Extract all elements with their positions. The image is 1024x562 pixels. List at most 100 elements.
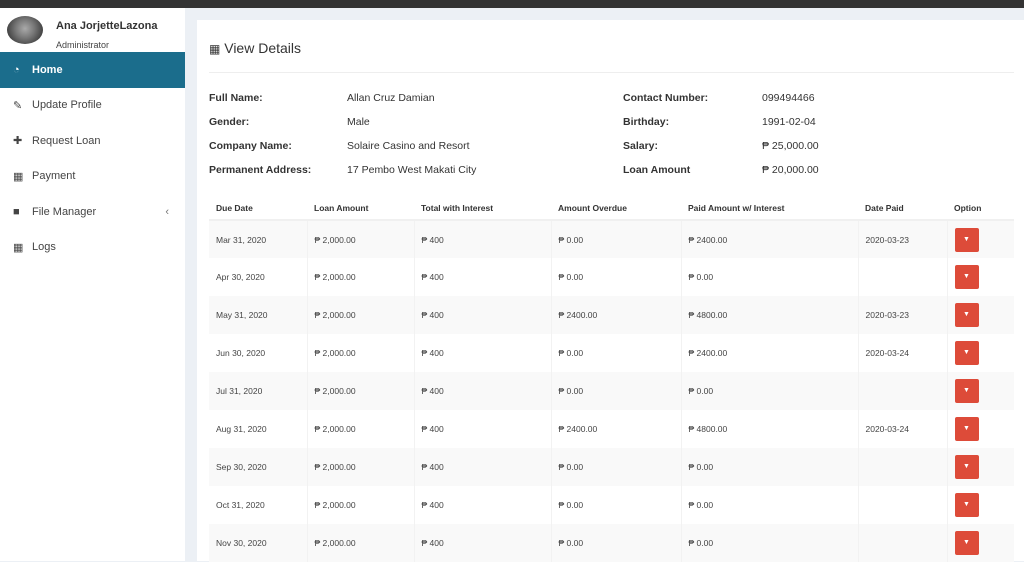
caret-down-icon: ▼ [963, 349, 970, 356]
table-cell: ₱ 2,000.00 [306, 410, 414, 448]
table-cell: ₱ 0.00 [550, 486, 681, 524]
table-cell: ₱ 400 [413, 296, 551, 334]
column-header[interactable]: Due Date [209, 196, 307, 221]
option-dropdown-button[interactable]: ▼ [954, 417, 979, 441]
caret-down-icon: ▼ [963, 539, 970, 546]
option-dropdown-button[interactable]: ▼ [954, 379, 979, 403]
table-cell: ₱ 0.00 [680, 486, 858, 524]
page-title: ▦ View Details [209, 40, 302, 56]
option-dropdown-button[interactable]: ▼ [954, 227, 979, 252]
address-label: Permanent Address: [209, 164, 312, 176]
divider [209, 72, 1014, 73]
company-value: Solaire Casino and Resort [347, 140, 470, 152]
content-panel: ▦ View Details Full Name: Allan Cruz Dam… [197, 20, 1024, 562]
sidebar-item-label: Home [32, 63, 63, 76]
table-cell: 2020-03-23 [857, 296, 947, 334]
column-header[interactable]: Amount Overdue [551, 196, 681, 221]
folder-icon: ■ [13, 205, 20, 218]
option-cell: ▼ [946, 220, 1014, 258]
table-cell: ₱ 2,000.00 [306, 334, 414, 372]
option-dropdown-button[interactable]: ▼ [954, 265, 979, 289]
option-dropdown-button[interactable]: ▼ [954, 303, 979, 327]
payment-schedule-table: Due Date Loan Amount Total with Interest Am… [209, 196, 1014, 562]
table-cell: ₱ 0.00 [680, 524, 858, 562]
table-row: Aug 31, 2020 ₱ 2,000.00 ₱ 400 ₱ 2400.00 ₱ 48… [209, 410, 1014, 448]
option-dropdown-button[interactable]: ▼ [954, 455, 979, 479]
option-cell: ▼ [946, 448, 1014, 486]
birthday-value: 1991-02-04 [762, 116, 816, 128]
option-cell: ▼ [946, 334, 1014, 372]
table-cell: ₱ 0.00 [550, 220, 681, 258]
table-cell [857, 372, 947, 410]
sidebar-item-label: Payment [32, 170, 76, 183]
table-cell: ₱ 2400.00 [550, 410, 681, 448]
table-cell: 2020-03-24 [857, 410, 947, 448]
table-row: Jun 30, 2020 ₱ 2,000.00 ₱ 400 ₱ 0.00 ₱ 2400.… [209, 334, 1014, 372]
table-cell: Oct 31, 2020 [216, 500, 265, 510]
loan-value: ₱ 20,000.00 [762, 164, 819, 176]
option-cell: ▼ [946, 258, 1014, 296]
table-cell: ₱ 2,000.00 [306, 258, 414, 296]
sidebar-item-home[interactable]: ◔ Home [0, 52, 185, 88]
sidebar-item-label: Logs [32, 241, 56, 254]
table-row: Sep 30, 2020 ₱ 2,000.00 ₱ 400 ₱ 0.00 ₱ 0.00 ▼ [209, 448, 1014, 486]
column-header[interactable]: Option [947, 196, 1014, 221]
column-header[interactable]: Date Paid [858, 196, 947, 221]
sidebar-item-file-manager[interactable]: ■ File Manager ‹ [0, 194, 185, 230]
column-header[interactable]: Paid Amount w/ Interest [681, 196, 858, 221]
company-label: Company Name: [209, 140, 292, 152]
gender-label: Gender: [209, 116, 250, 128]
loan-label: Loan Amount [623, 164, 691, 176]
table-cell: ₱ 4800.00 [680, 296, 858, 334]
table-cell: ₱ 2400.00 [680, 334, 858, 372]
table-cell: ₱ 2,000.00 [306, 448, 414, 486]
grid-icon: ▦ [13, 241, 24, 254]
address-value: 17 Pembo West Makati City [347, 164, 477, 176]
top-bar [0, 0, 1024, 8]
column-header[interactable]: Total with Interest [414, 196, 551, 221]
chevron-left-icon: ‹ [165, 205, 169, 218]
sidebar-item-label: Request Loan [32, 134, 101, 147]
birthday-label: Birthday: [623, 116, 670, 128]
table-cell: ₱ 2,000.00 [306, 486, 414, 524]
table-cell: May 31, 2020 [209, 296, 307, 334]
column-header[interactable]: Loan Amount [307, 196, 414, 221]
option-cell: ▼ [946, 296, 1014, 334]
table-cell: ₱ 2,000.00 [306, 524, 414, 562]
table-cell: Jul 31, 2020 [209, 372, 307, 410]
option-dropdown-button[interactable]: ▼ [954, 493, 979, 517]
table-header-row: Due Date Loan Amount Total with Interest Am… [209, 196, 1014, 221]
caret-down-icon: ▼ [963, 501, 970, 508]
calculator-icon: ▦ [13, 170, 24, 183]
table-cell: ₱ 0.00 [680, 448, 858, 486]
full-name-value: Allan Cruz Damian [347, 92, 435, 104]
table-cell: Sep 30, 2020 [209, 448, 307, 486]
avatar [7, 16, 43, 44]
table-row: Oct 31, 2020 ₱ 2,000.00 ₱ 400 ₱ 0.00 ₱ 0.00 ▼ [209, 486, 1014, 524]
table-cell: ₱ 400 [413, 524, 551, 562]
sidebar-item-update-profile[interactable]: ✎ Update Profile [0, 88, 185, 124]
table-cell: ₱ 400 [413, 486, 551, 524]
sidebar-item-request-loan[interactable]: ✚ Request Loan [0, 123, 185, 159]
option-dropdown-button[interactable]: ▼ [954, 531, 979, 555]
table-cell [857, 524, 947, 562]
table-cell: ₱ 400 [413, 410, 551, 448]
table-cell: ₱ 0.00 [550, 258, 681, 296]
table-row: Mar 31, 2020 ₱ 2,000.00 ₱ 400 ₱ 0.00 ₱ 2400.… [209, 220, 1014, 258]
table-cell: Nov 30, 2020 [209, 524, 307, 562]
table-row: Jul 31, 2020 ₱ 2,000.00 ₱ 400 ₱ 0.00 ₱ 0.00 ▼ [209, 372, 1014, 410]
option-cell: ▼ [946, 372, 1014, 410]
caret-down-icon: ▼ [963, 425, 970, 432]
pencil-icon: ✎ [13, 99, 23, 112]
table-row: Apr 30, 2020 ₱ 2,000.00 ₱ 400 ₱ 0.00 ₱ 0.00 ▼ [209, 258, 1014, 296]
table-cell: ₱ 0.00 [550, 524, 681, 562]
plus-icon: ✚ [13, 135, 23, 148]
sidebar-item-logs[interactable]: ▦ Logs [0, 230, 185, 266]
option-cell: ▼ [946, 524, 1014, 562]
option-dropdown-button[interactable]: ▼ [954, 341, 979, 365]
option-cell: ▼ [946, 486, 1014, 524]
sidebar-item-payment[interactable]: ▦ Payment [0, 159, 185, 195]
table-cell: ₱ 2400.00 [550, 296, 681, 334]
table-cell: Aug 31, 2020 [216, 424, 267, 434]
sidebar-menu: ◔ Home ✎ Update Profile ✚ Request Loan ▦ Paymen… [0, 52, 185, 265]
